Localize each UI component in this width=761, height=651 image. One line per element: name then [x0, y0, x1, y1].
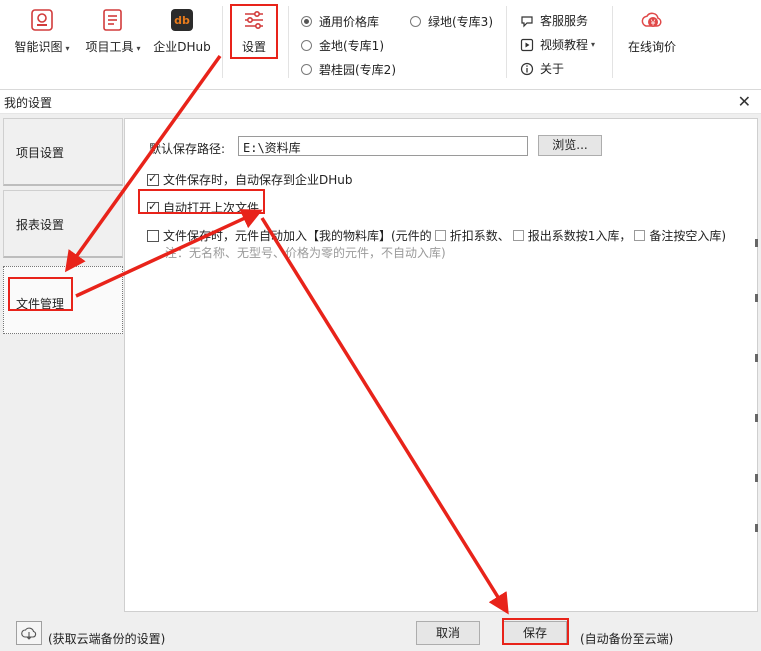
main-toolbar: 智能识图 ▾ 项目工具 ▾ db 企业DHub 设置 通用价格库 金地(专库1)… [0, 0, 761, 90]
video-play-icon [520, 38, 534, 51]
nav-item-label: 文件管理 [16, 297, 65, 311]
library-label: 绿地(专库3) [428, 15, 493, 29]
library-radio-lvdi[interactable]: 绿地(专库3) [410, 13, 493, 30]
settings-nav: 项目设置 报表设置 文件管理 [3, 118, 124, 348]
settings-content-panel: 默认保存路径: E:\资料库 浏览... 文件保存时，自动保存到企业DHub 自… [124, 118, 758, 612]
scrollbar-strip [752, 239, 761, 539]
video-tutorial-link[interactable]: 视频教程 ▾ [520, 36, 595, 53]
radio-icon [301, 64, 312, 75]
dhub-icon-text: db [174, 14, 190, 27]
project-tools-button[interactable]: 项目工具 ▾ [82, 6, 144, 60]
library-label: 通用价格库 [319, 15, 380, 29]
library-radio-jindi[interactable]: 金地(专库1) [301, 37, 384, 54]
library-radio-general[interactable]: 通用价格库 [301, 13, 379, 30]
auto-add-library-label: 文件保存时，元件自动加入【我的物料库】(元件的 [163, 229, 432, 243]
library-label: 碧桂园(专库2) [319, 63, 396, 77]
nav-item-label: 项目设置 [16, 146, 65, 160]
about-link[interactable]: 关于 [520, 60, 564, 77]
enterprise-dhub-button[interactable]: db 企业DHub [151, 6, 213, 60]
chevron-down-icon: ▾ [65, 44, 70, 53]
smart-recognize-label: 智能识图 [14, 40, 63, 54]
customer-service-label: 客服服务 [540, 14, 589, 28]
cloud-price-icon: ¥ [641, 12, 662, 28]
cancel-button[interactable]: 取消 [416, 621, 480, 645]
browse-button[interactable]: 浏览... [538, 135, 602, 156]
checkbox-checked-icon [147, 200, 159, 214]
radio-icon [301, 40, 312, 51]
library-radio-biguiyuan[interactable]: 碧桂园(专库2) [301, 61, 396, 78]
toolbar-divider [288, 6, 289, 78]
customer-service-link[interactable]: 客服服务 [520, 12, 588, 29]
about-label: 关于 [540, 62, 565, 76]
library-label: 金地(专库1) [319, 39, 384, 53]
inquiry-icon-text: ¥ [650, 19, 655, 28]
chevron-down-icon: ▾ [136, 44, 141, 53]
dialog-body: 项目设置 报表设置 文件管理 默认保存路径: E:\资料库 浏览... 文件保存… [0, 114, 761, 651]
save-path-input[interactable]: E:\资料库 [238, 136, 528, 156]
settings-label: 设置 [241, 40, 266, 54]
nav-item-project-settings[interactable]: 项目设置 [3, 118, 123, 186]
save-path-label: 默认保存路径: [149, 142, 226, 156]
report-option-label: 报出系数按1入库， [527, 229, 632, 243]
radio-icon [410, 16, 421, 27]
checkbox-icon[interactable] [512, 230, 524, 241]
online-inquiry-button[interactable]: ¥ 在线询价 [622, 6, 682, 60]
image-recognize-icon [31, 9, 53, 31]
settings-sliders-icon [245, 10, 263, 30]
online-inquiry-label: 在线询价 [627, 40, 676, 54]
open-last-file-label: 自动打开上次文件 [163, 201, 260, 215]
toolbar-divider [222, 6, 223, 78]
save-button[interactable]: 保存 [503, 621, 567, 645]
cloud-settings-label: (获取云端备份的设置) [48, 632, 166, 646]
toolbar-divider [612, 6, 613, 78]
cloud-download-icon [21, 627, 37, 640]
nav-item-label: 报表设置 [16, 218, 65, 232]
auto-backup-label: (自动备份至云端) [580, 632, 674, 646]
autosave-dhub-label: 文件保存时，自动保存到企业DHub [163, 173, 353, 187]
smart-recognize-button[interactable]: 智能识图 ▾ [10, 6, 74, 60]
nav-item-report-settings[interactable]: 报表设置 [3, 190, 123, 258]
dhub-logo-icon: db [171, 9, 193, 31]
project-tools-label: 项目工具 [85, 40, 134, 54]
dialog-title: 我的设置 [4, 96, 53, 110]
auto-add-library-checkbox[interactable]: 文件保存时，元件自动加入【我的物料库】(元件的 折扣系数、 报出系数按1入库， … [147, 227, 726, 244]
autosave-dhub-checkbox[interactable]: 文件保存时，自动保存到企业DHub [147, 171, 353, 188]
dhub-label: 企业DHub [153, 40, 211, 54]
checkbox-icon[interactable] [434, 230, 446, 241]
discount-option-label: 折扣系数、 [449, 229, 510, 243]
info-icon [520, 62, 534, 75]
remark-option-label: 备注按空入库) [649, 229, 727, 243]
settings-button[interactable]: 设置 [232, 6, 276, 60]
library-note: 注：无名称、无型号、价格为零的元件，不自动入库) [165, 246, 446, 260]
close-icon[interactable]: ✕ [738, 92, 751, 111]
checkbox-icon [147, 229, 159, 242]
checkbox-checked-icon [147, 172, 159, 186]
checkbox-icon[interactable] [634, 230, 646, 241]
open-last-file-checkbox[interactable]: 自动打开上次文件 [147, 199, 259, 216]
cloud-download-button[interactable] [16, 621, 42, 645]
chat-bubble-icon [521, 15, 533, 27]
radio-selected-icon [301, 16, 312, 27]
nav-item-file-management[interactable]: 文件管理 [3, 266, 123, 334]
toolbar-divider [506, 6, 507, 78]
chevron-down-icon: ▾ [591, 40, 596, 49]
dialog-titlebar: 我的设置 ✕ [0, 90, 761, 114]
project-list-icon [103, 9, 122, 31]
video-tutorial-label: 视频教程 [540, 38, 589, 52]
